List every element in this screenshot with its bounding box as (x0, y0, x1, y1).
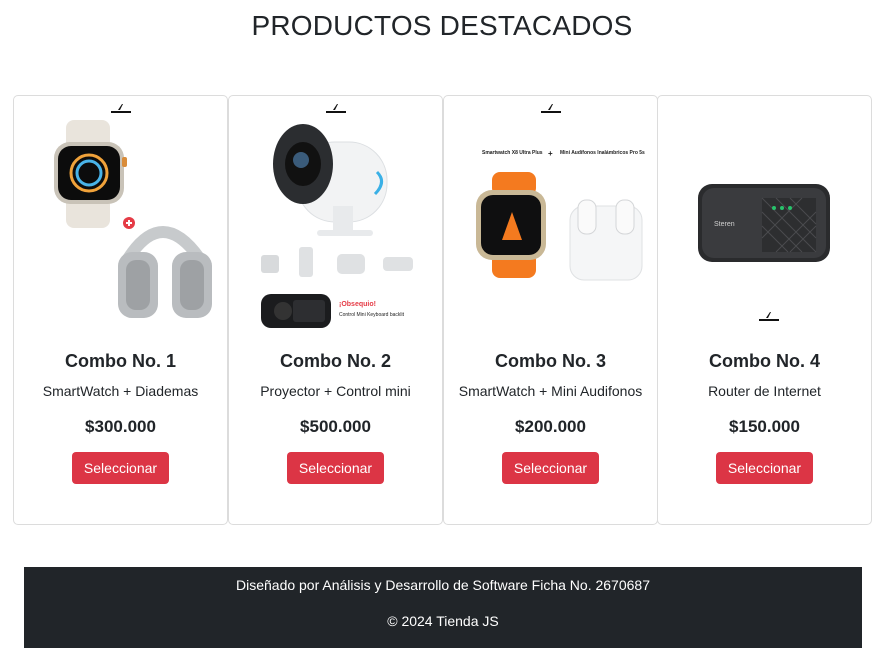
product-name: Combo No. 2 (280, 351, 391, 371)
product-price: $500.000 (300, 417, 371, 436)
product-card-3: Smartwatch X8 Ultra Plus + Mini Audífono… (443, 95, 658, 525)
product-image-smartwatch-earbuds: Smartwatch X8 Ultra Plus + Mini Audífono… (452, 102, 651, 336)
select-button[interactable]: Seleccionar (501, 452, 600, 484)
product-image-projector-keyboard: ¡Obsequio! Control Mini Keyboard backlit (237, 102, 436, 336)
product-price: $150.000 (729, 417, 800, 436)
image-caption-right: Mini Audífonos Inalámbricos Pro 5s (560, 150, 645, 156)
select-button[interactable]: Seleccionar (715, 452, 814, 484)
product-name: Combo No. 4 (709, 351, 820, 371)
product-name: Combo No. 1 (65, 351, 176, 371)
product-card-4: Steren Combo No. 4 Router de Internet $1… (657, 95, 872, 525)
product-description: SmartWatch + Diademas (42, 383, 199, 399)
select-button[interactable]: Seleccionar (71, 452, 170, 484)
router-brand-text: Steren (714, 221, 735, 228)
product-card-2: ¡Obsequio! Control Mini Keyboard backlit… (228, 95, 443, 525)
product-grid: Combo No. 1 SmartWatch + Diademas $300.0… (13, 95, 872, 525)
product-description: Router de Internet (708, 383, 821, 399)
product-price: $300.000 (85, 417, 156, 436)
product-description: Proyector + Control mini (260, 383, 411, 399)
promo-detail-text: Control Mini Keyboard backlit (339, 312, 405, 318)
product-price: $200.000 (515, 417, 586, 436)
product-card-1: Combo No. 1 SmartWatch + Diademas $300.0… (13, 95, 228, 525)
footer: Diseñado por Análisis y Desarrollo de So… (24, 567, 862, 648)
footer-copyright: © 2024 Tienda JS (387, 613, 499, 629)
image-caption-plus: + (548, 149, 553, 158)
promo-text: ¡Obsequio! (339, 301, 376, 308)
product-description: SmartWatch + Mini Audifonos (458, 383, 643, 399)
page-title: PRODUCTOS DESTACADOS (251, 10, 633, 41)
footer-credits: Diseñado por Análisis y Desarrollo de So… (235, 577, 650, 593)
product-image-router: Steren (666, 102, 865, 336)
select-button[interactable]: Seleccionar (286, 452, 385, 484)
product-image-smartwatch-headphones (22, 102, 221, 336)
image-caption-left: Smartwatch X8 Ultra Plus (482, 150, 543, 156)
product-name: Combo No. 3 (495, 351, 606, 371)
